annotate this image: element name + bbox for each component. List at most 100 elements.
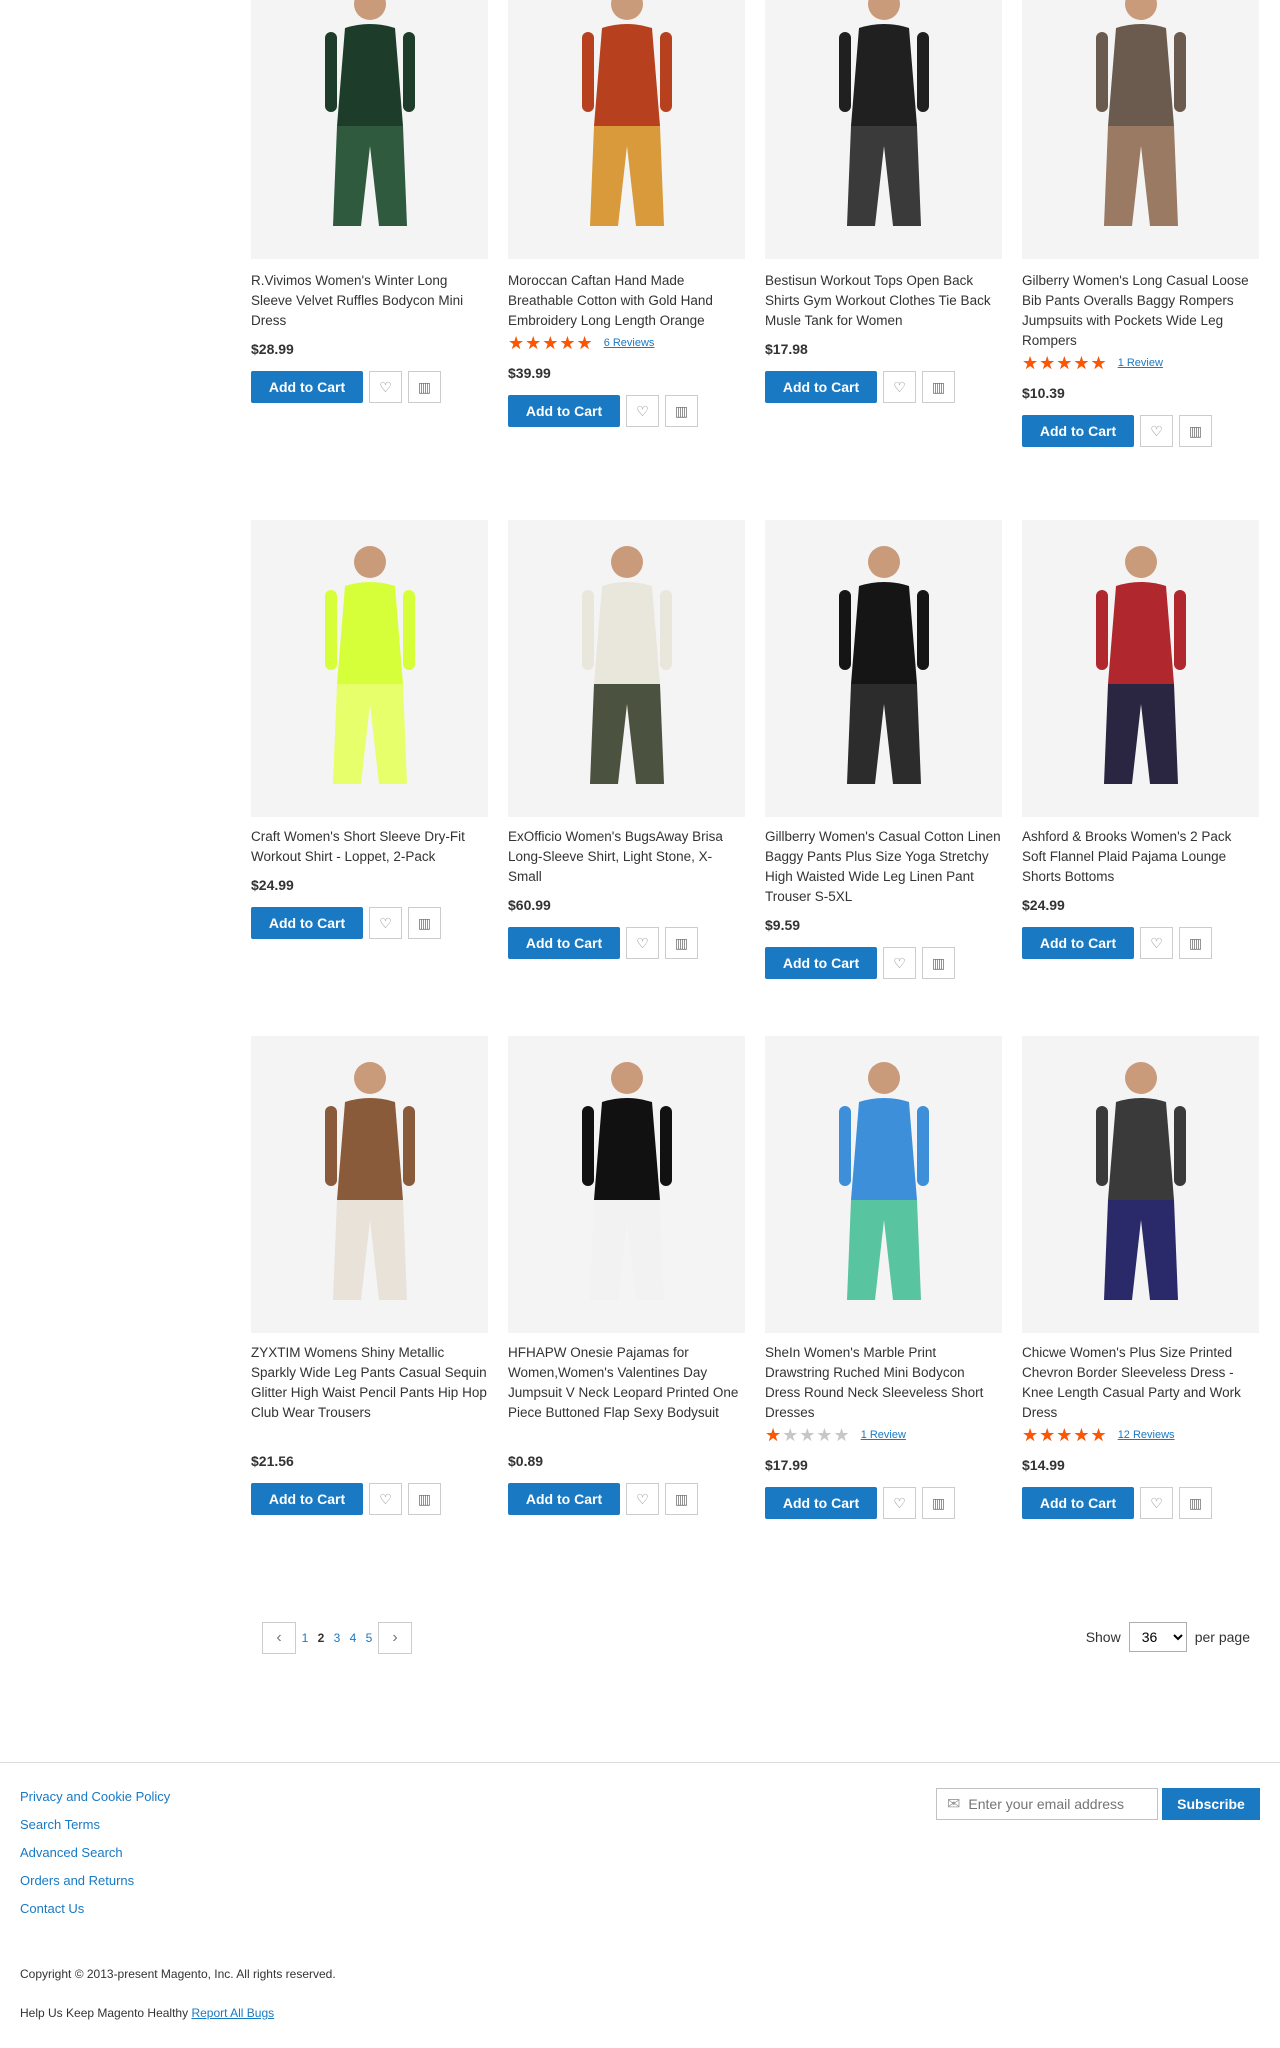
product-title-link[interactable]: Craft Women's Short Sleeve Dry-Fit Worko… [251,827,488,867]
reviews-link[interactable]: 1 Review [1118,357,1163,369]
footer-link-contact[interactable]: Contact Us [20,1899,170,1918]
product-image[interactable] [1022,1036,1259,1333]
product-title-link[interactable]: R.Vivimos Women's Winter Long Sleeve Vel… [251,271,488,331]
add-to-compare-button[interactable]: ▥ [408,1483,441,1515]
add-to-cart-button[interactable]: Add to Cart [1022,1487,1134,1519]
newsletter-email-input[interactable] [968,1796,1139,1812]
add-to-wishlist-button[interactable]: ♡ [626,927,659,959]
heart-icon: ♡ [379,378,392,395]
footer-link-orders-returns[interactable]: Orders and Returns [20,1871,170,1890]
pager-next-button[interactable]: › [378,1622,412,1654]
reviews-link[interactable]: 6 Reviews [604,337,655,349]
product-title-link[interactable]: Gilberry Women's Long Casual Loose Bib P… [1022,271,1259,351]
add-to-wishlist-button[interactable]: ♡ [1140,415,1173,447]
page-link-3[interactable]: 3 [330,1622,344,1654]
product-actions: Add to Cart ♡ ▥ [765,371,955,403]
add-to-wishlist-button[interactable]: ♡ [883,947,916,979]
product-image[interactable] [251,0,488,259]
footer-link-advanced-search[interactable]: Advanced Search [20,1843,170,1862]
add-to-wishlist-button[interactable]: ♡ [1140,1487,1173,1519]
product-image[interactable] [508,0,745,259]
page-link-1[interactable]: 1 [298,1622,312,1654]
add-to-wishlist-button[interactable]: ♡ [626,1483,659,1515]
product-image[interactable] [251,1036,488,1333]
add-to-compare-button[interactable]: ▥ [1179,415,1212,447]
product-image[interactable] [1022,0,1259,259]
product-image[interactable] [765,520,1002,817]
add-to-wishlist-button[interactable]: ♡ [883,371,916,403]
product-image[interactable] [765,0,1002,259]
add-to-compare-button[interactable]: ▥ [408,371,441,403]
product-title-link[interactable]: SheIn Women's Marble Print Drawstring Ru… [765,1343,1002,1423]
add-to-compare-button[interactable]: ▥ [922,1487,955,1519]
compare-chart-icon: ▥ [674,402,689,419]
product-title-link[interactable]: HFHAPW Onesie Pajamas for Women,Women's … [508,1343,745,1423]
product-title-link[interactable]: Ashford & Brooks Women's 2 Pack Soft Fla… [1022,827,1259,887]
per-page-limiter: Show 36 per page [1086,1622,1250,1652]
envelope-icon: ✉ [947,1796,961,1813]
product-image[interactable] [251,520,488,817]
heart-icon: ♡ [893,954,906,971]
subscribe-button[interactable]: Subscribe [1162,1788,1260,1820]
add-to-cart-button[interactable]: Add to Cart [765,1487,877,1519]
add-to-cart-button[interactable]: Add to Cart [508,1483,620,1515]
product-image[interactable] [765,1036,1002,1333]
reviews-link[interactable]: 12 Reviews [1118,1429,1175,1441]
pager-previous-button[interactable]: ‹ [262,1622,296,1654]
add-to-compare-button[interactable]: ▥ [1179,1487,1212,1519]
add-to-cart-button[interactable]: Add to Cart [1022,415,1134,447]
product-actions: Add to Cart ♡ ▥ [508,1483,698,1515]
add-to-wishlist-button[interactable]: ♡ [1140,927,1173,959]
report-bugs-link[interactable]: Report All Bugs [191,2006,274,2020]
product-image[interactable] [1022,520,1259,817]
add-to-cart-button[interactable]: Add to Cart [508,927,620,959]
add-to-wishlist-button[interactable]: ♡ [369,371,402,403]
product-actions: Add to Cart ♡ ▥ [765,1487,955,1519]
product-figure [838,0,929,226]
product-image[interactable] [508,1036,745,1333]
product-title-link[interactable]: Moroccan Caftan Hand Made Breathable Cot… [508,271,745,331]
add-to-cart-button[interactable]: Add to Cart [1022,927,1134,959]
product-figure [1095,0,1186,226]
footer-link-privacy[interactable]: Privacy and Cookie Policy [20,1787,170,1806]
add-to-wishlist-button[interactable]: ♡ [369,907,402,939]
page-link-5[interactable]: 5 [362,1622,376,1654]
reviews-link[interactable]: 1 Review [861,1429,906,1441]
heart-icon: ♡ [893,378,906,395]
report-bugs: Help Us Keep Magento Healthy Report All … [20,2006,274,2020]
product-image[interactable] [508,520,745,817]
add-to-wishlist-button[interactable]: ♡ [369,1483,402,1515]
compare-chart-icon: ▥ [674,1490,689,1507]
add-to-compare-button[interactable]: ▥ [665,927,698,959]
product-figure [581,1061,672,1300]
product-title-link[interactable]: Bestisun Workout Tops Open Back Shirts G… [765,271,1002,331]
page-link-4[interactable]: 4 [346,1622,360,1654]
add-to-cart-button[interactable]: Add to Cart [251,1483,363,1515]
product-title-link[interactable]: ZYXTIM Womens Shiny Metallic Sparkly Wid… [251,1343,488,1423]
add-to-cart-button[interactable]: Add to Cart [251,907,363,939]
add-to-wishlist-button[interactable]: ♡ [883,1487,916,1519]
product-figure [1095,545,1186,784]
add-to-compare-button[interactable]: ▥ [1179,927,1212,959]
product-actions: Add to Cart ♡ ▥ [251,1483,441,1515]
add-to-compare-button[interactable]: ▥ [665,395,698,427]
footer-link-search-terms[interactable]: Search Terms [20,1815,170,1834]
add-to-compare-button[interactable]: ▥ [922,371,955,403]
add-to-cart-button[interactable]: Add to Cart [765,947,877,979]
product-price: $39.99 [508,365,551,381]
product-actions: Add to Cart ♡ ▥ [1022,927,1212,959]
product-title-link[interactable]: Chicwe Women's Plus Size Printed Chevron… [1022,1343,1259,1423]
product-title-link[interactable]: ExOfficio Women's BugsAway Brisa Long-Sl… [508,827,745,887]
add-to-cart-button[interactable]: Add to Cart [765,371,877,403]
product-actions: Add to Cart ♡ ▥ [1022,415,1212,447]
heart-icon: ♡ [1150,1494,1163,1511]
add-to-cart-button[interactable]: Add to Cart [251,371,363,403]
add-to-wishlist-button[interactable]: ♡ [626,395,659,427]
product-title-link[interactable]: Gillberry Women's Casual Cotton Linen Ba… [765,827,1002,907]
add-to-compare-button[interactable]: ▥ [922,947,955,979]
per-page-select[interactable]: 36 [1128,1622,1187,1652]
product-figure [581,0,672,226]
add-to-compare-button[interactable]: ▥ [408,907,441,939]
add-to-cart-button[interactable]: Add to Cart [508,395,620,427]
add-to-compare-button[interactable]: ▥ [665,1483,698,1515]
